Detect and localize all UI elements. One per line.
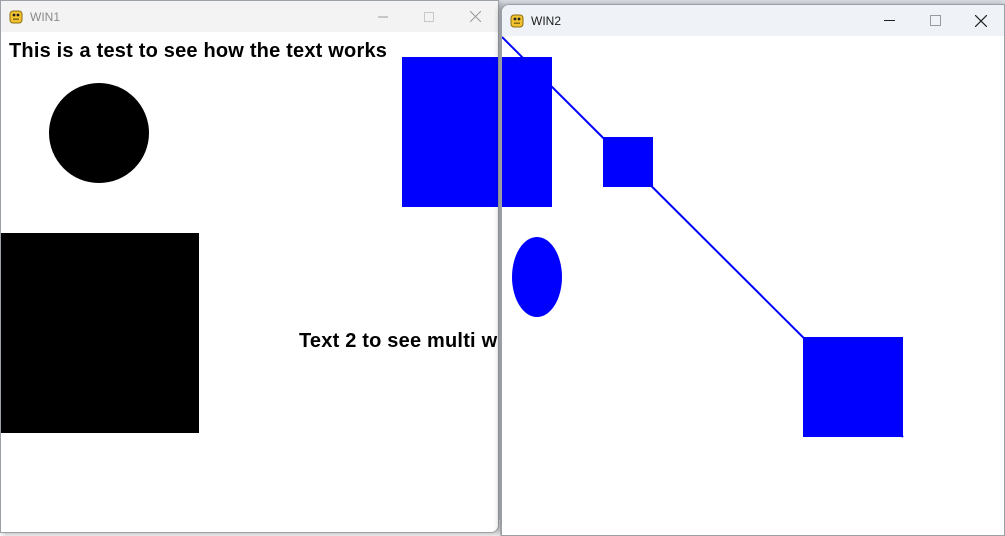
maximize-icon	[929, 15, 941, 26]
python-logo-icon	[509, 13, 525, 29]
heading-text: This is a test to see how the text works	[9, 40, 388, 62]
drawing-surface-win1	[1, 57, 498, 433]
desktop: WIN1 This is a test to see how the text …	[0, 0, 1005, 536]
canvas-win2[interactable]	[502, 36, 1004, 535]
window-title: WIN1	[30, 9, 60, 24]
black-circle	[49, 83, 149, 183]
close-icon	[975, 14, 987, 27]
blue-small-square	[603, 137, 653, 187]
blue-large-square	[803, 337, 903, 437]
minimize-button[interactable]	[360, 1, 406, 32]
canvas-win1[interactable]: This is a test to see how the text works…	[1, 32, 498, 532]
minimize-icon	[883, 20, 895, 21]
titlebar-win2[interactable]: WIN2	[502, 5, 1004, 36]
blue-ellipse	[512, 237, 562, 317]
maximize-button[interactable]	[406, 1, 452, 32]
black-square	[1, 233, 199, 433]
maximize-icon	[424, 11, 434, 22]
multi-window-text: Text 2 to see multi window test	[299, 330, 498, 352]
titlebar-win1[interactable]: WIN1	[1, 1, 498, 32]
blue-rectangle	[402, 57, 498, 207]
drawing-surface-win2	[502, 36, 904, 438]
maximize-button[interactable]	[912, 5, 958, 36]
close-icon	[469, 11, 481, 22]
window-title: WIN2	[531, 13, 561, 28]
close-button[interactable]	[958, 5, 1004, 36]
python-logo-icon	[8, 9, 24, 25]
minimize-button[interactable]	[866, 5, 912, 36]
minimize-icon	[378, 16, 388, 17]
window-win2[interactable]: WIN2	[501, 4, 1005, 536]
window-win1[interactable]: WIN1 This is a test to see how the text …	[0, 0, 499, 533]
close-button[interactable]	[452, 1, 498, 32]
